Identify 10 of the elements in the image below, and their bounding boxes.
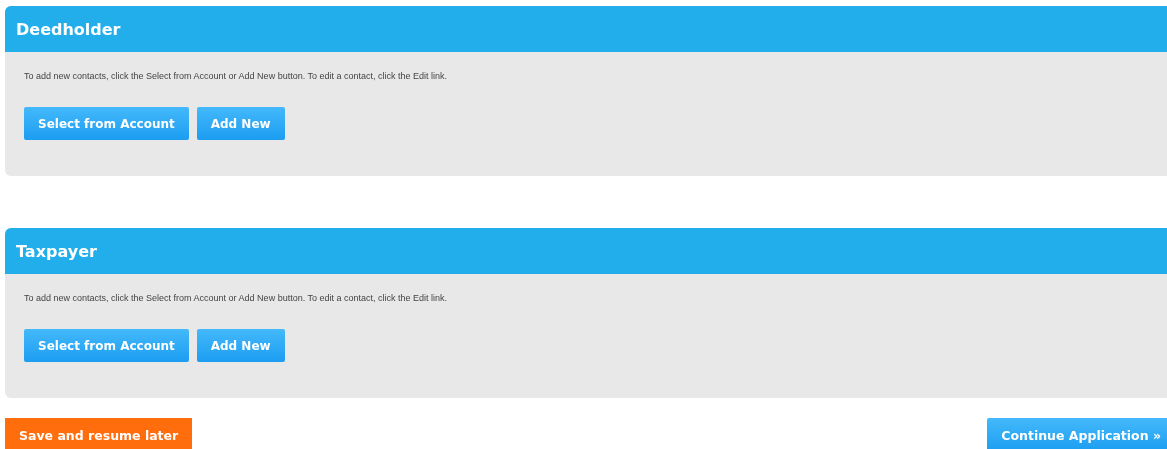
- section-title: Taxpayer: [16, 241, 97, 261]
- instructions-text: To add new contacts, click the Select from Account or Add New button. To edit a contact, click the Edit link.: [24, 71, 449, 81]
- add-new-button[interactable]: Add New: [196, 329, 285, 362]
- section-title: Deedholder: [16, 19, 121, 39]
- save-and-resume-button[interactable]: Save and resume later: [5, 418, 193, 449]
- select-from-account-button[interactable]: Select from Account: [24, 329, 189, 362]
- continue-application-button[interactable]: Continue Application »: [987, 418, 1167, 449]
- instructions-text: To add new contacts, click the Select from Account or Add New button. To edit a contact, click the Edit link.: [24, 293, 449, 303]
- add-new-button[interactable]: Add New: [196, 107, 285, 140]
- select-from-account-button[interactable]: Select from Account: [24, 107, 189, 140]
